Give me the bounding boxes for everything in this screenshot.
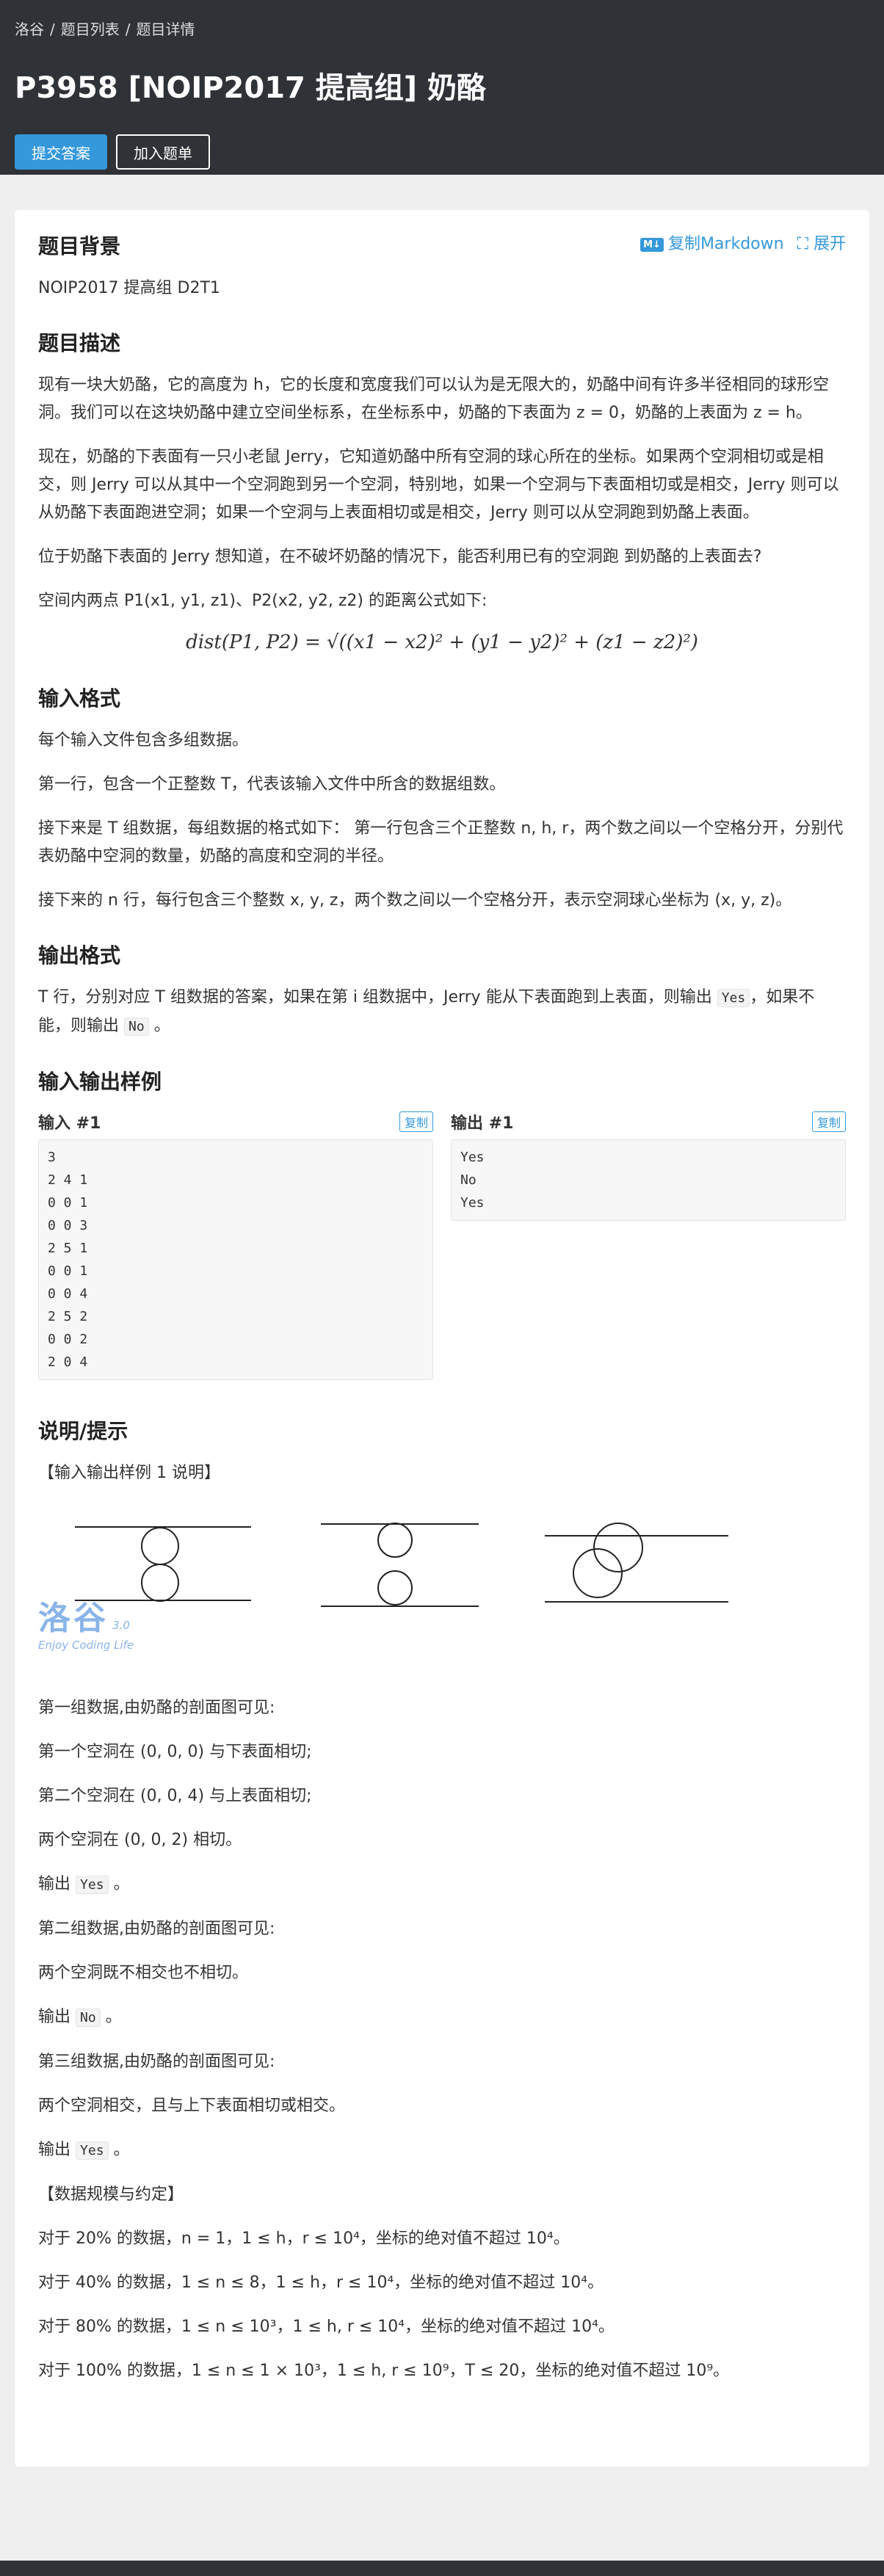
limit-40: 对于 40% 的数据，1 ≤ n ≤ 8，1 ≤ h，r ≤ 10⁴，坐标的绝对… xyxy=(38,2274,604,2292)
background-text: NOIP2017 提高组 D2T1 xyxy=(38,279,220,297)
hint-g2-intro: 第二组数据,由奶酪的剖面图可见: xyxy=(38,1920,275,1938)
hint-g3-a: 两个空洞相交，且与上下表面相切或相交。 xyxy=(38,2097,346,2115)
limit-80: 对于 80% 的数据，1 ≤ n ≤ 10³，1 ≤ h, r ≤ 10⁴，坐标… xyxy=(38,2318,615,2336)
sample-input-title: 输入 #1 xyxy=(38,1114,101,1133)
watermark-logo-text: 洛谷 xyxy=(38,1600,109,1637)
header-actions: 提交答案 加入题单 xyxy=(15,134,869,170)
description-p2: 现在，奶酪的下表面有一只小老鼠 Jerry，它知道奶酪中所有空洞的球心所在的坐标… xyxy=(38,448,839,522)
code-no: No xyxy=(76,2009,101,2027)
problem-card: 题目背景 M↓ 复制Markdown ⛶ 展开 NOIP2017 提高组 D2T1… xyxy=(15,210,869,2467)
breadcrumb-problem-detail: 题目详情 xyxy=(136,21,195,38)
limit-20: 对于 20% 的数据，n = 1，1 ≤ h，r ≤ 10⁴，坐标的绝对值不超过… xyxy=(38,2229,570,2248)
hint-g3-output: 输出 Yes 。 xyxy=(38,2141,130,2160)
add-to-list-button[interactable]: 加入题单 xyxy=(116,134,210,170)
hint-g1-b: 第二个空洞在 (0, 0, 4) 与上表面相切; xyxy=(38,1787,312,1805)
sample-output-code[interactable]: Yes No Yes xyxy=(451,1139,846,1221)
fig2-hole-lower xyxy=(377,1570,413,1606)
input-format-p3: 接下来是 T 组数据，每组数据的格式如下： 第一行包含三个正整数 n, h, r… xyxy=(38,819,844,866)
hint-title: 说明/提示 xyxy=(38,1419,128,1443)
input-format-title: 输入格式 xyxy=(38,686,121,711)
hint-g2-output: 输出 No 。 xyxy=(38,2008,122,2027)
fig1-hole-upper xyxy=(141,1527,179,1565)
description-title: 题目描述 xyxy=(38,331,121,355)
limit-100: 对于 100% 的数据，1 ≤ n ≤ 1 × 10³，1 ≤ h, r ≤ 1… xyxy=(38,2362,730,2380)
cheese-cross-sections xyxy=(75,1523,728,1607)
code-yes: Yes xyxy=(76,1876,109,1894)
code-yes: Yes xyxy=(76,2141,109,2160)
hint-g1-c: 两个空洞在 (0, 0, 2) 相切。 xyxy=(38,1831,242,1849)
copy-markdown-label: 复制Markdown xyxy=(667,235,784,253)
code-no: No xyxy=(124,1017,149,1036)
limits-title: 【数据规模与约定】 xyxy=(38,2185,184,2204)
output-format-text: T 行，分别对应 T 组数据的答案，如果在第 i 组数据中，Jerry 能从下表… xyxy=(38,988,815,1036)
breadcrumb-home[interactable]: 洛谷 xyxy=(15,21,44,38)
copy-markdown-button[interactable]: M↓ 复制Markdown xyxy=(640,231,784,254)
description-p1: 现有一块大奶酪，它的高度为 h，它的长度和宽度我们可以认为是无限大的，奶酪中间有… xyxy=(38,376,829,422)
input-format-p4: 接下来的 n 行，每行包含三个整数 x, y, z，两个数之间以一个空格分开，表… xyxy=(38,891,792,910)
input-format-p1: 每个输入文件包含多组数据。 xyxy=(38,731,249,750)
code-yes: Yes xyxy=(717,989,750,1007)
page-header: 洛谷 / 题目列表 / 题目详情 P3958 [NOIP2017 提高组] 奶酪 提交答… xyxy=(0,0,884,175)
watermark-version: 3.0 xyxy=(112,1619,130,1632)
copy-output-button[interactable]: 复制 xyxy=(811,1111,846,1132)
page-title: P3958 [NOIP2017 提高组] 奶酪 xyxy=(15,71,486,105)
fig2-hole-upper xyxy=(377,1523,413,1558)
cheese-figures: 洛谷 3.0 Enjoy Coding Life xyxy=(38,1503,846,1672)
hint-g1-a: 第一个空洞在 (0, 0, 0) 与下表面相切; xyxy=(38,1743,312,1761)
breadcrumb: 洛谷 / 题目列表 / 题目详情 xyxy=(15,21,195,38)
expand-label: 展开 xyxy=(813,235,846,253)
toolbar: M↓ 复制Markdown ⛶ 展开 xyxy=(640,231,846,254)
sample-output-title: 输出 #1 xyxy=(451,1114,514,1133)
hint-g1-intro: 第一组数据,由奶酪的剖面图可见: xyxy=(38,1699,275,1717)
sample-output: 输出 #1 复制 Yes No Yes xyxy=(451,1110,846,1380)
input-format-p2: 第一行，包含一个正整数 T，代表该输入文件中所含的数据组数。 xyxy=(38,775,506,794)
fig3-hole-upper xyxy=(593,1523,643,1572)
page-footer xyxy=(0,2561,884,2576)
sample-input-code[interactable]: 3 2 4 1 0 0 1 0 0 3 2 5 1 0 0 1 0 0 4 2 … xyxy=(38,1139,433,1380)
breadcrumb-problem-list[interactable]: 题目列表 xyxy=(61,21,120,38)
fig1-hole-lower xyxy=(141,1564,179,1602)
submit-answer-button[interactable]: 提交答案 xyxy=(15,134,107,170)
hint-g3-intro: 第三组数据,由奶酪的剖面图可见: xyxy=(38,2053,275,2071)
description-p4: 空间内两点 P1(x1, y1, z1)、P2(x2, y2, z2) 的距离公… xyxy=(38,592,488,610)
hint-sample-explanation: 【输入输出样例 1 说明】 xyxy=(38,1464,220,1482)
hint-g1-output: 输出 Yes 。 xyxy=(38,1875,130,1894)
hint-g2-a: 两个空洞既不相交也不相切。 xyxy=(38,1964,249,1982)
expand-icon: ⛶ xyxy=(797,235,808,253)
watermark-slogan: Enjoy Coding Life xyxy=(38,1639,134,1652)
fig3-hole-lower xyxy=(573,1548,623,1598)
expand-button[interactable]: ⛶ 展开 xyxy=(797,231,846,254)
output-format-title: 输出格式 xyxy=(38,943,121,968)
sample-input: 输入 #1 复制 3 2 4 1 0 0 1 0 0 3 2 5 1 0 0 1… xyxy=(38,1110,433,1380)
description-p3: 位于奶酪下表面的 Jerry 想知道，在不破坏奶酪的情况下，能否利用已有的空洞跑… xyxy=(38,548,762,566)
background-title: 题目背景 xyxy=(38,234,121,258)
samples: 输入 #1 复制 3 2 4 1 0 0 1 0 0 3 2 5 1 0 0 1… xyxy=(38,1110,846,1380)
copy-input-button[interactable]: 复制 xyxy=(399,1111,433,1132)
markdown-icon: M↓ xyxy=(640,237,664,252)
distance-formula: dist(P1, P2) = √((x1 − x2)² + (y1 − y2)²… xyxy=(186,631,698,653)
luogu-watermark: 洛谷 3.0 Enjoy Coding Life xyxy=(38,1592,134,1652)
samples-title: 输入输出样例 xyxy=(38,1070,162,1094)
